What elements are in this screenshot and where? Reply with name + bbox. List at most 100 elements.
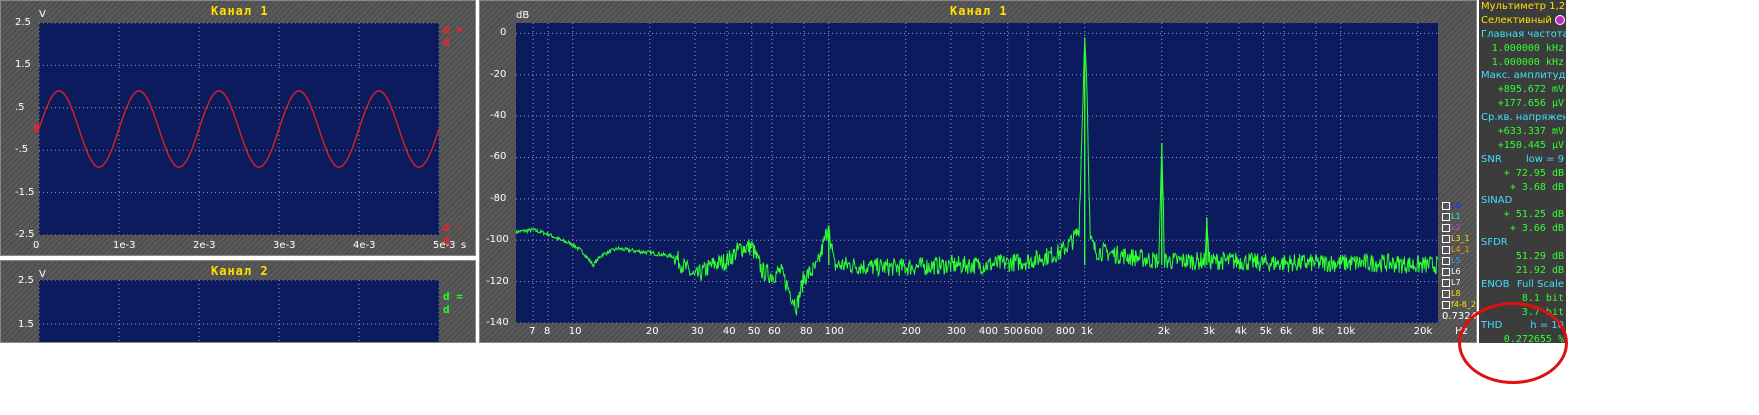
- meter-label-extra: low = 9: [1525, 153, 1564, 165]
- x-tick-label: 30: [690, 326, 704, 337]
- legend-label: f4-8_2: [1451, 300, 1476, 309]
- meter-label: SNR low = 9: [1479, 153, 1566, 167]
- meter-label-text: SNR: [1481, 153, 1502, 165]
- y-unit-label: V: [39, 9, 46, 20]
- meter-label: Макс. амплитуда: [1479, 69, 1566, 83]
- x-tick-label: 6k: [1279, 326, 1293, 337]
- meter-label-text: Макс. амплитуда: [1481, 70, 1566, 82]
- grid-svg: [39, 280, 439, 342]
- legend: L0 L1 L2 L3_1 L4_1 L5 L6 L7 L8 f4-8_2: [1442, 199, 1476, 334]
- y-tick-label: 2.5: [18, 275, 34, 286]
- x-tick-label: 10k: [1336, 326, 1356, 337]
- meter-label-extra: Full Scale: [1516, 278, 1564, 290]
- meter-label-text: SINAD: [1481, 195, 1513, 207]
- time-trace-svg: [39, 23, 439, 235]
- y-tick-label: -120: [486, 275, 509, 287]
- meter-label: Ср.кв. напряжен: [1479, 111, 1566, 125]
- meter-value: + 3.68 dB: [1509, 181, 1564, 193]
- x-tick-label: 4k: [1234, 326, 1247, 337]
- x-tick-label: 800: [1055, 326, 1075, 337]
- x-tick-label: 200: [901, 326, 921, 337]
- panel-title: Канал 1: [211, 4, 269, 18]
- x-tick-label: 1k: [1080, 326, 1093, 337]
- y-tick-label: 1.5: [18, 319, 34, 330]
- x-tick-label: 0: [33, 240, 40, 251]
- y-tick-label: -60: [490, 151, 507, 163]
- meter-value: +633.337 mV: [1497, 126, 1564, 138]
- x-tick-label: 2k: [1157, 326, 1170, 337]
- multimeter-panel: Мультиметр 1,2? Селективный Главная част…: [1479, 0, 1566, 343]
- cursor-marker-top[interactable]: d = d: [443, 23, 475, 49]
- legend-checkbox[interactable]: [1442, 234, 1450, 243]
- legend-checkbox[interactable]: [1442, 201, 1450, 210]
- time-panel-channel-2: Канал 2 V 2.5 1.5 d = d: [0, 260, 476, 343]
- y-unit-label: V: [39, 269, 46, 280]
- time-plot-area[interactable]: [39, 23, 439, 235]
- x-tick-label: 10: [568, 326, 582, 337]
- meter-label: SFDR: [1479, 236, 1566, 250]
- y-tick-label: -.5: [15, 144, 29, 156]
- legend-label: L5: [1451, 256, 1461, 265]
- time-plot-area[interactable]: [39, 280, 439, 342]
- meter-label: Главная частота: [1479, 28, 1566, 42]
- legend-label: L1: [1451, 212, 1461, 221]
- x-tick-label: 40: [722, 326, 736, 337]
- x-tick-label: 600: [1023, 326, 1044, 337]
- legend-label: L2: [1451, 223, 1461, 232]
- multimeter-mode[interactable]: Селективный: [1479, 14, 1566, 28]
- legend-checkbox[interactable]: [1442, 223, 1450, 232]
- meter-label-text: SFDR: [1481, 237, 1508, 249]
- legend-checkbox[interactable]: [1442, 300, 1450, 309]
- y-tick-label: -1.5: [15, 186, 35, 198]
- x-tick-label: 60: [767, 326, 781, 337]
- x-tick-label: 5k: [1259, 326, 1272, 337]
- x-tick-label: 1e-3: [113, 240, 136, 251]
- x-tick-label: 8: [543, 326, 551, 337]
- meter-value: 51.29 dB: [1515, 251, 1564, 263]
- zero-level-marker[interactable]: 0: [33, 122, 40, 135]
- legend-checkbox[interactable]: [1442, 278, 1450, 287]
- x-tick-label: 2e-3: [193, 240, 216, 251]
- spectrum-svg: [516, 23, 1438, 323]
- y-tick-label: -80: [490, 192, 507, 204]
- y-tick-label: -100: [486, 234, 509, 246]
- meter-value: 21.92 dB: [1515, 264, 1564, 276]
- mode-radio-icon[interactable]: [1555, 14, 1566, 25]
- legend-label: L7: [1451, 278, 1461, 287]
- x-tick-label: 4e-3: [353, 240, 376, 251]
- legend-label: L0: [1451, 201, 1461, 210]
- legend-checkbox[interactable]: [1442, 256, 1450, 265]
- legend-checkbox[interactable]: [1442, 245, 1450, 254]
- spectrum-panel: Канал 1 dB Hz 0.7324 L0 L1 L2 L3_1 L4_1 L5 L6 L…: [479, 0, 1477, 343]
- x-tick-label: 3k: [1202, 326, 1215, 337]
- meter-value: + 51.25 dB: [1503, 209, 1564, 221]
- y-tick-label: .5: [15, 101, 25, 113]
- signal-trace: [39, 90, 439, 168]
- y-unit-label: dB: [516, 10, 530, 21]
- legend-checkbox[interactable]: [1442, 289, 1450, 298]
- x-tick-label: 500: [1003, 326, 1023, 337]
- meter-label-text: Главная частота: [1481, 28, 1566, 40]
- spectrum-trace: [516, 43, 1438, 316]
- x-tick-label: 50: [747, 326, 761, 337]
- x-tick-label: 20: [645, 326, 659, 337]
- legend-checkbox[interactable]: [1442, 212, 1450, 221]
- legend-checkbox[interactable]: [1442, 267, 1450, 276]
- meter-label-text: ENOB: [1481, 278, 1510, 290]
- highlight-circle: [1458, 302, 1568, 384]
- y-tick-label: -20: [490, 68, 507, 80]
- meter-label: ENOB Full Scale: [1479, 278, 1566, 292]
- time-panel-channel-1: Канал 1 V s d = d d - d 0 2.5 1.5.5 -.5 -1.…: [0, 0, 476, 256]
- x-tick-label: 5e-3: [433, 240, 456, 251]
- legend-item[interactable]: f4-8_2: [1442, 298, 1476, 311]
- cursor-marker-top[interactable]: d = d: [443, 290, 475, 316]
- spectrum-plot-area[interactable]: [516, 23, 1438, 323]
- panel-title: Канал 1: [950, 4, 1008, 18]
- meter-label: SINAD: [1479, 194, 1566, 208]
- meter-value: +895.672 mV: [1497, 84, 1564, 96]
- x-tick-label: 400: [978, 326, 998, 337]
- x-tick-label: 80: [799, 326, 813, 337]
- x-tick-label: 3e-3: [273, 240, 296, 251]
- y-tick-label: 1.5: [15, 59, 31, 71]
- meter-value: 1.000000 kHz: [1491, 56, 1564, 68]
